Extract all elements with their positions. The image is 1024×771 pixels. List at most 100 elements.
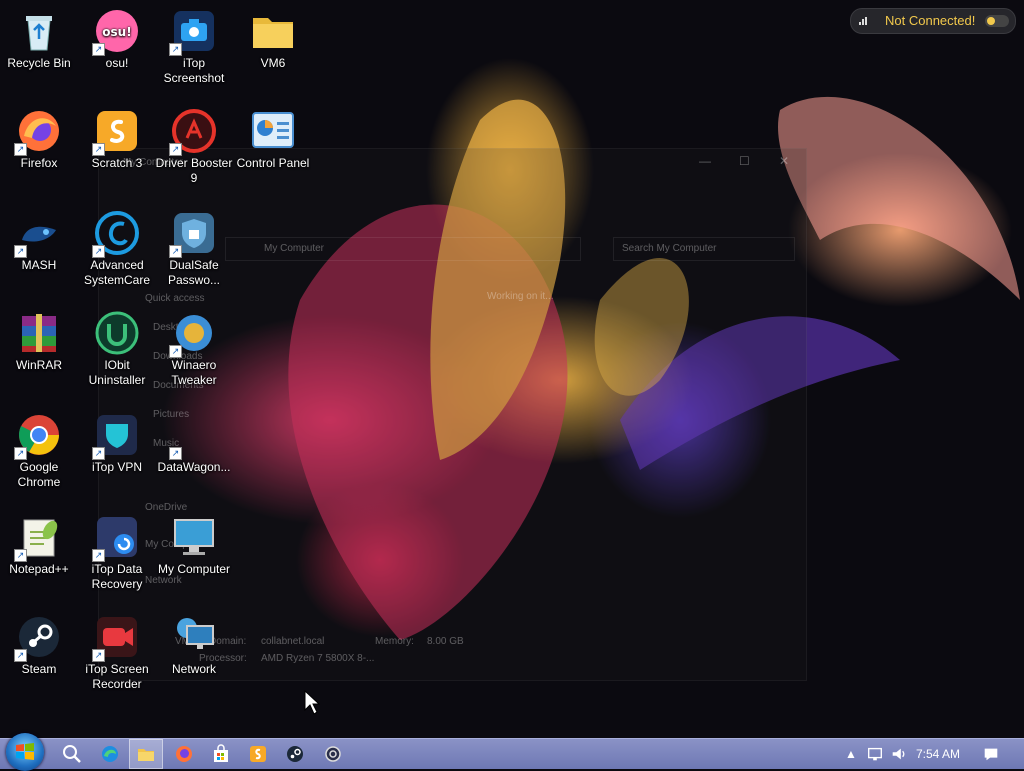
- windows-start-icon[interactable]: [6, 733, 44, 771]
- advanced-systemcare-icon: ↗: [92, 210, 140, 258]
- shortcut-arrow-icon: ↗: [92, 143, 105, 156]
- icon-label: Driver Booster 9: [155, 156, 233, 185]
- desktop-icon-network[interactable]: Network: [155, 614, 233, 677]
- search-input[interactable]: Search My Computer: [613, 237, 795, 261]
- shortcut-arrow-icon: ↗: [169, 43, 182, 56]
- desktop-icon-steam[interactable]: ↗ Steam: [0, 614, 78, 677]
- chrome-icon: ↗: [14, 412, 62, 460]
- driver-booster-icon: ↗: [169, 108, 217, 156]
- shortcut-arrow-icon: ↗: [92, 649, 105, 662]
- desktop-icon-dualsafe-password[interactable]: ↗ DualSafe Passwo...: [155, 210, 233, 288]
- search-placeholder: Search My Computer: [622, 243, 717, 254]
- icon-label: Winaero Tweaker: [171, 358, 217, 387]
- icon-label: iTop Screenshot: [163, 56, 225, 85]
- details-memory-label: Memory:: [375, 636, 414, 647]
- desktop-icon-my-computer[interactable]: My Computer: [155, 514, 233, 577]
- shortcut-arrow-icon: ↗: [14, 649, 27, 662]
- icon-label: IObit Uninstaller: [88, 358, 146, 387]
- network-tray-icon[interactable]: [864, 739, 886, 769]
- shortcut-arrow-icon: ↗: [14, 143, 27, 156]
- desktop-icon-itop-data-recovery[interactable]: ↗ iTop Data Recovery: [78, 514, 156, 592]
- search-icon[interactable]: [55, 739, 89, 769]
- icon-label: Steam: [21, 662, 57, 676]
- icon-label: My Computer: [157, 562, 231, 576]
- control-panel-icon: [250, 108, 296, 154]
- address-bar[interactable]: My Computer: [225, 237, 581, 261]
- desktop-icon-driver-booster-9[interactable]: ↗ Driver Booster 9: [155, 108, 233, 186]
- details-domain-value: collabnet.local: [261, 636, 325, 647]
- vpn-toggle[interactable]: [985, 15, 1009, 27]
- settings-icon[interactable]: [316, 739, 350, 769]
- shortcut-arrow-icon: ↗: [92, 549, 105, 562]
- signal-icon: [859, 17, 867, 25]
- desktop-icon-itop-screenshot[interactable]: ↗ iTop Screenshot: [155, 8, 233, 86]
- desktop-icon-winaero-tweaker[interactable]: ↗ Winaero Tweaker: [155, 310, 233, 388]
- shortcut-arrow-icon: ↗: [169, 345, 182, 358]
- maximize-icon[interactable]: ☐: [739, 154, 750, 168]
- chevron-up-icon[interactable]: ▲: [842, 739, 860, 769]
- close-icon[interactable]: ✕: [779, 154, 789, 168]
- desktop-icon-mash[interactable]: ↗ MASH: [0, 210, 78, 273]
- camera-icon: ↗: [169, 8, 217, 56]
- sidebar-onedrive[interactable]: OneDrive: [145, 502, 187, 513]
- desktop: My Computer — ☐ ✕ My Computer Search My …: [0, 0, 1024, 738]
- vpn-status-label: Not Connected!: [885, 13, 976, 28]
- tweaker-icon: ↗: [169, 310, 217, 358]
- icon-label: DataWagon...: [157, 460, 231, 474]
- desktop-icon-winrar[interactable]: WinRAR: [0, 310, 78, 373]
- icon-label: iTop Data Recovery: [91, 562, 143, 591]
- osu-icon: osu! ↗: [92, 8, 140, 56]
- icon-label: osu!: [105, 56, 129, 70]
- file-explorer-icon[interactable]: [129, 739, 163, 769]
- shortcut-arrow-icon: ↗: [14, 549, 27, 562]
- shortcut-arrow-icon: ↗: [169, 447, 182, 460]
- desktop-icon-notepad-plus-plus[interactable]: ↗ Notepad++: [0, 514, 78, 577]
- taskbar-scratch-icon[interactable]: [241, 739, 275, 769]
- desktop-icon-itop-screen-recorder[interactable]: ↗ iTop Screen Recorder: [78, 614, 156, 692]
- vpn-icon: ↗: [92, 412, 140, 460]
- vpn-connection-status[interactable]: Not Connected!: [850, 8, 1016, 34]
- icon-label: MASH: [21, 258, 57, 272]
- address-text: My Computer: [264, 243, 325, 254]
- desktop-icon-control-panel[interactable]: Control Panel: [234, 108, 312, 171]
- desktop-icon-firefox[interactable]: ↗ Firefox: [0, 108, 78, 171]
- desktop-icon-recycle-bin[interactable]: Recycle Bin: [0, 8, 78, 71]
- network-icon: [171, 614, 217, 660]
- icon-label: iTop VPN: [91, 460, 143, 474]
- desktop-icon-iobit-uninstaller[interactable]: IObit Uninstaller: [78, 310, 156, 388]
- icon-label: Notepad++: [9, 562, 69, 576]
- notepad-icon: ↗: [14, 514, 62, 562]
- shortcut-arrow-icon: ↗: [14, 447, 27, 460]
- store-icon[interactable]: [204, 739, 238, 769]
- taskbar-firefox-icon[interactable]: [167, 739, 201, 769]
- desktop-icon-google-chrome[interactable]: ↗ Google Chrome: [0, 412, 78, 490]
- taskbar: ▲ 7:54 AM: [0, 733, 1024, 771]
- notification-icon[interactable]: [980, 739, 1002, 769]
- document-icon: ↗: [169, 412, 217, 460]
- desktop-icon-advanced-systemcare[interactable]: ↗ Advanced SystemCare: [78, 210, 156, 288]
- folder-icon: [250, 8, 296, 54]
- recycle-bin-icon: [16, 8, 62, 54]
- scratch-icon: ↗: [92, 108, 140, 156]
- icon-label: VM6: [260, 56, 286, 70]
- icon-label: Google Chrome: [17, 460, 61, 489]
- desktop-icon-osu[interactable]: osu! ↗ osu!: [78, 8, 156, 71]
- taskbar-clock[interactable]: 7:54 AM: [908, 739, 968, 769]
- desktop-icon-vm6-folder[interactable]: VM6: [234, 8, 312, 71]
- shortcut-arrow-icon: ↗: [92, 447, 105, 460]
- taskbar-steam-icon[interactable]: [278, 739, 312, 769]
- shortcut-arrow-icon: ↗: [92, 43, 105, 56]
- icon-label: WinRAR: [15, 358, 62, 372]
- icon-label: Advanced SystemCare: [83, 258, 151, 287]
- svg-text:osu!: osu!: [102, 25, 131, 39]
- shortcut-arrow-icon: ↗: [14, 245, 27, 258]
- desktop-icon-scratch-3[interactable]: ↗ Scratch 3: [78, 108, 156, 171]
- sidebar-quick-access[interactable]: Quick access: [145, 293, 204, 304]
- screen-recorder-icon: ↗: [92, 614, 140, 662]
- desktop-icon-datawagon[interactable]: ↗ DataWagon...: [155, 412, 233, 475]
- minimize-icon[interactable]: —: [699, 154, 711, 168]
- edge-icon[interactable]: [93, 739, 127, 769]
- details-memory-value: 8.00 GB: [427, 636, 464, 647]
- volume-icon[interactable]: [888, 739, 910, 769]
- desktop-icon-itop-vpn[interactable]: ↗ iTop VPN: [78, 412, 156, 475]
